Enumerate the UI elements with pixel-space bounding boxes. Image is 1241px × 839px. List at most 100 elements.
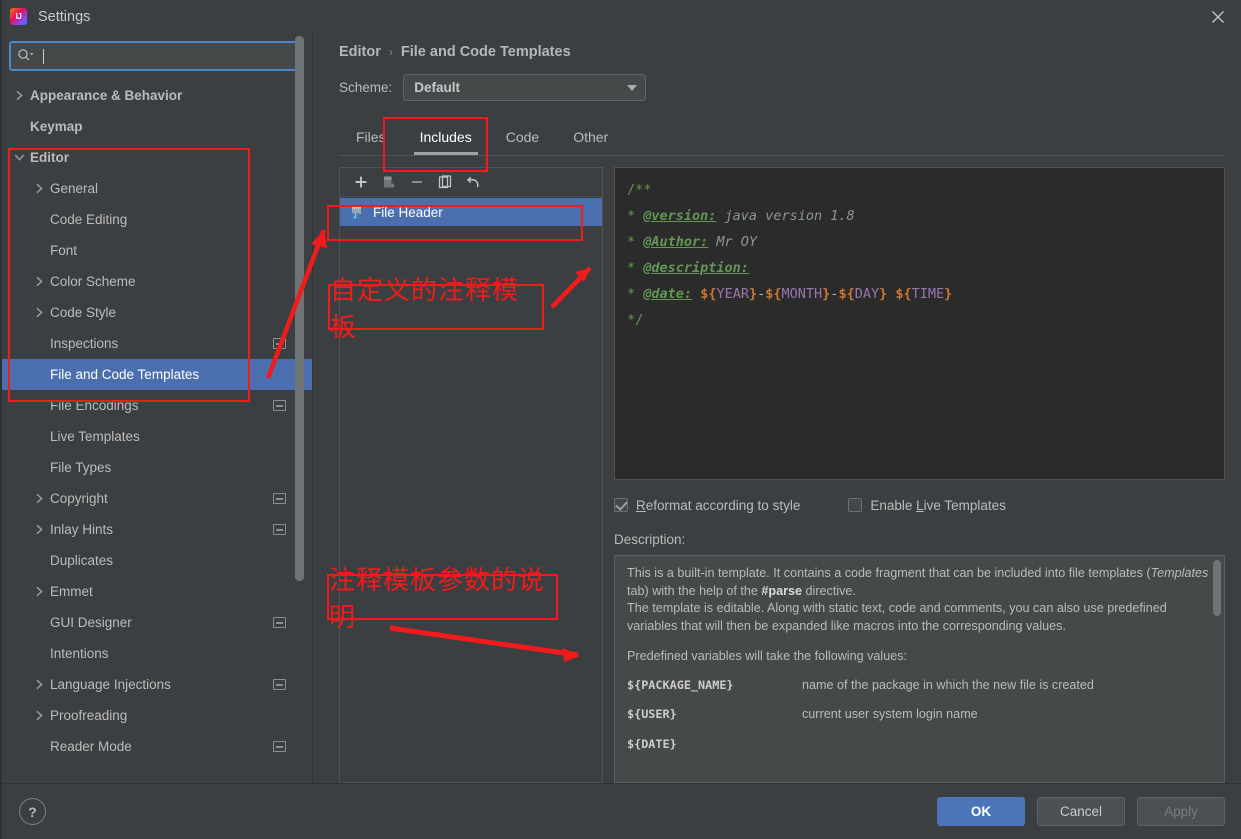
chevron-right-icon[interactable]: [30, 493, 48, 504]
reformat-checkbox[interactable]: [614, 498, 628, 512]
sidebar-item-font[interactable]: Font: [0, 235, 312, 266]
sidebar-item-color-scheme[interactable]: Color Scheme: [0, 266, 312, 297]
scheme-value: Default: [414, 80, 461, 95]
sidebar-item-inspections[interactable]: Inspections: [0, 328, 312, 359]
templates-panels: J File Header /** * @version: java version…: [339, 156, 1225, 783]
reformat-checkbox-label: Reformat according to style: [636, 497, 801, 513]
ok-button[interactable]: OK: [937, 797, 1025, 826]
code-token: ${: [895, 286, 912, 302]
chevron-right-icon[interactable]: [30, 183, 48, 194]
sidebar-item-label: Proofreading: [50, 708, 128, 723]
sidebar-item-proofreading[interactable]: Proofreading: [0, 700, 312, 731]
copy-template-button[interactable]: [378, 171, 400, 193]
sidebar-item-file-types[interactable]: File Types: [0, 452, 312, 483]
sidebar-item-intentions[interactable]: Intentions: [0, 638, 312, 669]
chevron-right-icon[interactable]: [30, 679, 48, 690]
template-code-editor[interactable]: /** * @version: java version 1.8 * @Author…: [614, 167, 1225, 480]
question-mark-icon[interactable]: ?: [19, 798, 46, 825]
sidebar-item-appearance-behavior[interactable]: Appearance & Behavior: [0, 80, 312, 111]
code-line: * @description:: [627, 255, 1224, 281]
sidebar-item-file-and-code-templates[interactable]: File and Code Templates: [0, 359, 312, 390]
chevron-right-icon[interactable]: [30, 307, 48, 318]
sidebar-item-label: Duplicates: [50, 553, 114, 568]
chevron-right-icon[interactable]: [30, 524, 48, 535]
code-token: *: [627, 234, 644, 250]
intellij-idea-icon: [10, 8, 27, 25]
sidebar-item-live-templates[interactable]: Live Templates: [0, 421, 312, 452]
list-item[interactable]: J File Header: [340, 198, 602, 226]
title-bar: Settings: [0, 0, 1241, 33]
tab-other[interactable]: Other: [556, 119, 625, 155]
settings-detail-pane: Editor › File and Code Templates Scheme:…: [313, 33, 1241, 783]
add-template-button[interactable]: [350, 171, 372, 193]
project-level-setting-icon: [273, 524, 286, 535]
search-input[interactable]: [44, 48, 295, 64]
variable-name: ${DATE}: [627, 736, 677, 751]
code-token: ${: [700, 286, 717, 302]
breadcrumb-separator-icon: ›: [388, 45, 393, 59]
sidebar-item-language-injections[interactable]: Language Injections: [0, 669, 312, 700]
code-token: @description:: [643, 260, 749, 276]
sidebar-scrollbar[interactable]: [295, 33, 304, 783]
sidebar-item-gui-designer[interactable]: GUI Designer: [0, 607, 312, 638]
sidebar-item-keymap[interactable]: Keymap: [0, 111, 312, 142]
description-scrollbar-thumb[interactable]: [1213, 560, 1221, 616]
chevron-right-icon[interactable]: [30, 710, 48, 721]
tab-includes[interactable]: Includes: [403, 119, 489, 155]
search-area: [0, 33, 312, 78]
template-list: J File Header: [340, 197, 602, 782]
scheme-dropdown[interactable]: Default: [403, 74, 647, 101]
sidebar-item-code-editing[interactable]: Code Editing: [0, 204, 312, 235]
remove-template-button[interactable]: [406, 171, 428, 193]
close-icon[interactable]: [1195, 0, 1241, 33]
sidebar-item-emmet[interactable]: Emmet: [0, 576, 312, 607]
breadcrumb-parent[interactable]: Editor: [339, 44, 381, 60]
template-options-row: Reformat according to style Enable Live …: [614, 494, 1225, 516]
chevron-right-icon[interactable]: [30, 276, 48, 287]
sidebar-item-label: File Types: [50, 460, 112, 475]
apply-button[interactable]: Apply: [1137, 797, 1225, 826]
template-tabs: Files Includes Code Other: [339, 118, 1225, 156]
tab-code[interactable]: Code: [489, 119, 556, 155]
sidebar-scrollbar-thumb[interactable]: [295, 36, 304, 581]
sidebar-item-editor[interactable]: Editor: [0, 142, 312, 173]
description-box[interactable]: This is a built-in template. It contains…: [614, 555, 1225, 783]
sidebar-item-reader-mode[interactable]: Reader Mode: [0, 731, 312, 762]
code-token: DAY: [854, 286, 880, 302]
chevron-down-icon: [627, 84, 638, 91]
reset-template-button[interactable]: [462, 171, 484, 193]
code-line: * @Author: Mr OY: [627, 229, 1224, 255]
enable-live-templates-checkbox[interactable]: [848, 498, 863, 512]
project-level-setting-icon: [273, 741, 286, 752]
sidebar-item-general[interactable]: General: [0, 173, 312, 204]
sidebar-item-label: Inspections: [50, 336, 119, 351]
chevron-right-icon[interactable]: [30, 586, 48, 597]
svg-text:J: J: [354, 214, 357, 220]
sidebar-item-file-encodings[interactable]: File Encodings: [0, 390, 312, 421]
code-token: ${: [838, 286, 855, 302]
code-line: */: [627, 307, 1224, 333]
sidebar-item-label: Inlay Hints: [50, 522, 114, 537]
sidebar-item-label: Keymap: [30, 119, 83, 134]
duplicate-template-button[interactable]: [434, 171, 456, 193]
chevron-down-icon[interactable]: [10, 153, 28, 162]
breadcrumb-current: File and Code Templates: [400, 44, 571, 60]
code-token: /**: [627, 182, 652, 198]
sidebar-item-inlay-hints[interactable]: Inlay Hints: [0, 514, 312, 545]
sidebar-item-code-style[interactable]: Code Style: [0, 297, 312, 328]
template-list-panel: J File Header: [339, 167, 603, 783]
project-level-setting-icon: [273, 679, 286, 690]
window-title: Settings: [38, 8, 91, 25]
cancel-button[interactable]: Cancel: [1037, 797, 1125, 826]
search-box[interactable]: [9, 41, 303, 71]
code-token: *: [627, 208, 644, 224]
sidebar-item-label: Live Templates: [50, 429, 140, 444]
sidebar-item-label: Copyright: [50, 491, 108, 506]
code-token: MONTH: [781, 286, 823, 302]
sidebar-item-copyright[interactable]: Copyright: [0, 483, 312, 514]
chevron-right-icon[interactable]: [10, 90, 28, 101]
tab-files[interactable]: Files: [339, 119, 403, 155]
code-token: @Author:: [643, 234, 709, 250]
sidebar-item-duplicates[interactable]: Duplicates: [0, 545, 312, 576]
project-level-setting-icon: [273, 617, 286, 628]
